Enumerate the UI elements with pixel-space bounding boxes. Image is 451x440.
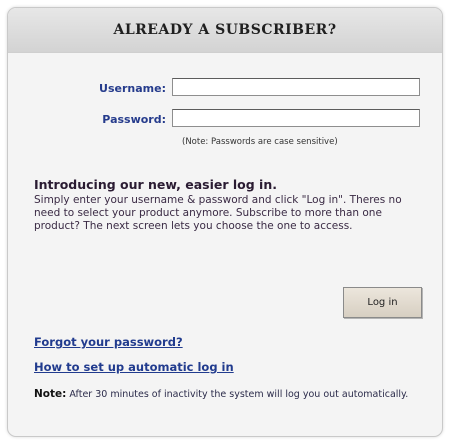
note-label: Note: xyxy=(34,388,67,400)
forgot-password-link[interactable]: Forgot your password? xyxy=(34,335,183,349)
username-input[interactable] xyxy=(172,78,420,96)
password-case-note: (Note: Passwords are case sensitive) xyxy=(182,137,338,147)
note-text: After 30 minutes of inactivity the syste… xyxy=(69,389,409,400)
inactivity-note: Note: After 30 minutes of inactivity the… xyxy=(34,388,434,401)
username-label: Username: xyxy=(99,82,166,95)
panel-header: ALREADY A SUBSCRIBER? xyxy=(8,8,442,53)
intro-heading: Introducing our new, easier log in. xyxy=(34,177,277,192)
intro-body: Simply enter your username & password an… xyxy=(34,194,402,232)
password-label: Password: xyxy=(102,113,166,126)
subscriber-login-panel: ALREADY A SUBSCRIBER? Username: Password… xyxy=(7,7,443,437)
panel-title: ALREADY A SUBSCRIBER? xyxy=(113,22,337,38)
auto-login-help-link[interactable]: How to set up automatic log in xyxy=(34,360,234,374)
login-button-label: Log in xyxy=(367,297,398,308)
password-input[interactable] xyxy=(172,109,420,127)
login-button[interactable]: Log in xyxy=(343,287,422,318)
